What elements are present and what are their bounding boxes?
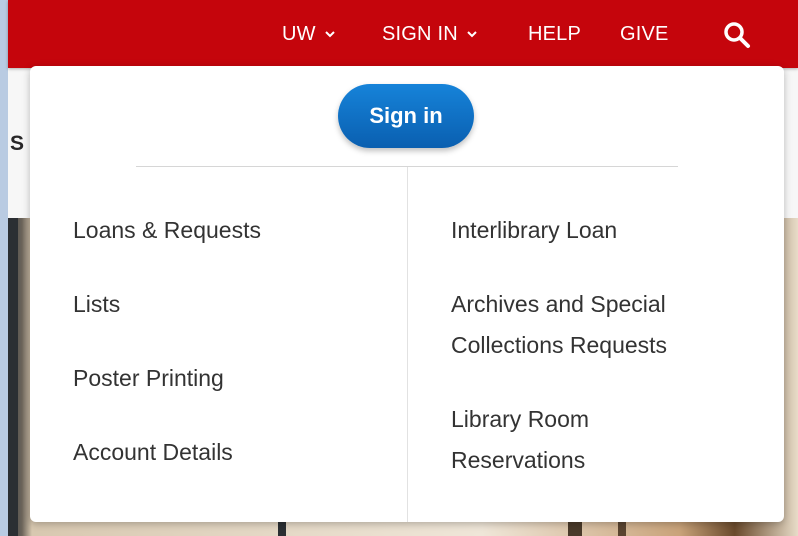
link-account-details[interactable]: Account Details bbox=[73, 432, 233, 473]
nav-sign-in-label: SIGN IN bbox=[382, 22, 458, 45]
link-poster-printing[interactable]: Poster Printing bbox=[73, 358, 224, 399]
chevron-down-icon bbox=[466, 28, 478, 40]
chevron-down-icon bbox=[324, 28, 336, 40]
nav-give[interactable]: GIVE bbox=[620, 0, 669, 68]
nav-sign-in[interactable]: SIGN IN bbox=[382, 0, 478, 68]
nav-help[interactable]: HELP bbox=[528, 0, 581, 68]
nav-help-label: HELP bbox=[528, 22, 582, 45]
search-button[interactable] bbox=[722, 20, 752, 50]
link-interlibrary-loan[interactable]: Interlibrary Loan bbox=[451, 210, 617, 251]
link-archives-special-collections[interactable]: Archives and Special Collections Request… bbox=[451, 284, 721, 366]
link-lists[interactable]: Lists bbox=[73, 284, 120, 325]
page-heading-fragment: S bbox=[10, 132, 25, 155]
nav-give-label: GIVE bbox=[620, 22, 669, 45]
sign-in-dropdown-menu: Sign in Loans & Requests Lists Poster Pr… bbox=[30, 66, 784, 522]
top-navigation-bar: UW SIGN IN HELP GIVE bbox=[8, 0, 798, 68]
sign-in-button[interactable]: Sign in bbox=[338, 84, 474, 148]
column-divider bbox=[407, 167, 408, 522]
link-library-room-reservations[interactable]: Library Room Reservations bbox=[451, 399, 651, 481]
link-loans-requests[interactable]: Loans & Requests bbox=[73, 210, 261, 251]
search-icon bbox=[724, 22, 750, 48]
nav-uw[interactable]: UW bbox=[282, 0, 336, 68]
nav-uw-label: UW bbox=[282, 22, 316, 45]
